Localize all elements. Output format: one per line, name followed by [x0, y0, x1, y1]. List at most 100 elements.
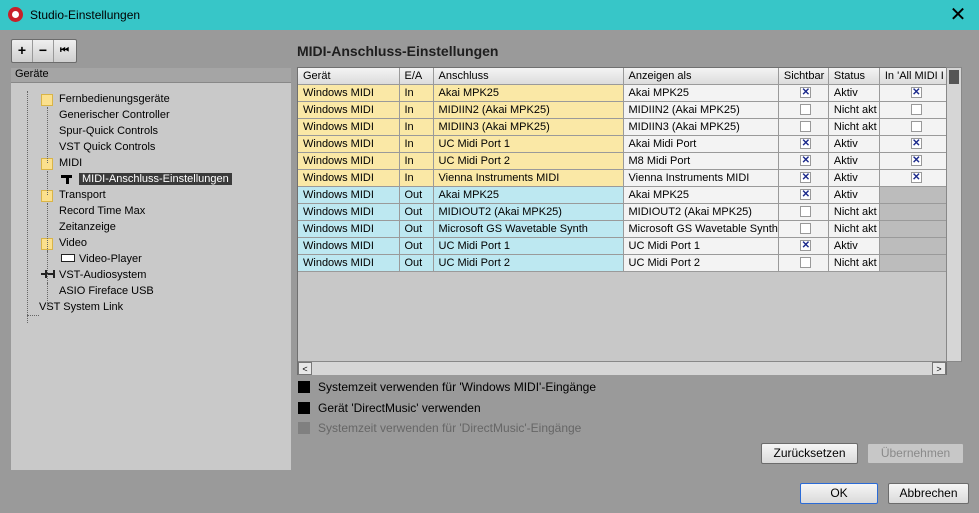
reset-button[interactable]: Zurücksetzen	[761, 443, 858, 464]
tree-item-label: Generischer Controller	[59, 109, 170, 121]
visible-checkbox[interactable]	[800, 223, 812, 235]
table-row[interactable]: Windows MIDI Out Akai MPK25 Akai MPK25 ✕ Akti…	[298, 186, 949, 204]
reset-device-button[interactable]: ⏮	[54, 40, 75, 62]
column-header[interactable]: Anzeigen als	[623, 68, 779, 85]
cell-show[interactable]: Akai MPK25	[623, 84, 779, 102]
allmidi-cell-disabled	[879, 186, 949, 204]
scrollbar-thumb[interactable]	[949, 70, 959, 84]
table-row[interactable]: Windows MIDI Out MIDIOUT2 (Akai MPK25) MIDI…	[298, 203, 949, 221]
all-midi-cell: ✕	[879, 135, 949, 153]
tree-item-video[interactable]: Video	[59, 235, 87, 251]
cell-status: Nicht akt	[828, 203, 880, 221]
visible-checkbox[interactable]: ✕	[800, 87, 812, 99]
table-row[interactable]: Windows MIDI Out UC Midi Port 1 UC Midi Por…	[298, 237, 949, 255]
table-row[interactable]: Windows MIDI In UC Midi Port 2 M8 Midi Port…	[298, 152, 949, 170]
visible-checkbox[interactable]: ✕	[800, 138, 812, 150]
tree-item-zeitanzeige[interactable]: Zeitanzeige	[59, 219, 116, 235]
cell-status: Aktiv	[828, 186, 880, 204]
tree-connector	[47, 251, 48, 275]
device-tree: Fernbedienungsgeräte Generischer Controll…	[11, 82, 291, 470]
cell-show[interactable]: M8 Midi Port	[623, 152, 779, 170]
all-midi-checkbox[interactable]: ✕	[910, 87, 922, 99]
tree-item-vst-system-link[interactable]: VST System Link	[39, 299, 123, 315]
tree-item-asio-fireface-usb[interactable]: ASIO Fireface USB	[59, 283, 154, 299]
table-row[interactable]: Windows MIDI Out UC Midi Port 2 UC Midi Por…	[298, 254, 949, 272]
visible-checkbox[interactable]	[800, 104, 812, 116]
cancel-button[interactable]: Abbrechen	[888, 483, 969, 504]
all-midi-checkbox[interactable]	[910, 104, 922, 116]
table-row[interactable]: Windows MIDI In MIDIIN3 (Akai MPK25) MIDIIN…	[298, 118, 949, 136]
cell-port: MIDIIN3 (Akai MPK25)	[433, 118, 624, 136]
table-row[interactable]: Windows MIDI In MIDIIN2 (Akai MPK25) MIDIIN…	[298, 101, 949, 119]
visible-cell: ✕	[778, 169, 829, 187]
ok-button[interactable]: OK	[800, 483, 878, 504]
checkbox-icon[interactable]	[298, 402, 310, 414]
tree-item-transport[interactable]: Transport	[59, 187, 106, 203]
table-row[interactable]: Windows MIDI In Vienna Instruments MIDI Vie…	[298, 169, 949, 187]
visible-checkbox[interactable]: ✕	[800, 172, 812, 184]
tree-item-generischer-controller[interactable]: Generischer Controller	[59, 107, 170, 123]
apply-button[interactable]: Übernehmen	[867, 443, 964, 464]
cell-io: In	[399, 135, 434, 153]
tree-item-label: MIDI	[59, 157, 83, 169]
cell-io: In	[399, 152, 434, 170]
table-row[interactable]: Windows MIDI In Akai MPK25 Akai MPK25 ✕ Aktiv…	[298, 84, 949, 102]
cell-port: UC Midi Port 1	[433, 237, 624, 255]
all-midi-checkbox[interactable]: ✕	[910, 138, 922, 150]
tree-item-midi[interactable]: MIDI	[59, 155, 82, 171]
column-header[interactable]: Status	[828, 68, 880, 85]
visible-checkbox[interactable]	[800, 206, 812, 218]
add-device-button[interactable]: +	[12, 40, 33, 62]
close-icon[interactable]: ✕	[945, 2, 971, 28]
tree-item-vst-quick-controls[interactable]: VST Quick Controls	[59, 139, 155, 155]
cell-port: UC Midi Port 2	[433, 152, 624, 170]
tree-item-record-time-max[interactable]: Record Time Max	[59, 203, 145, 219]
column-header[interactable]: Anschluss	[433, 68, 624, 85]
visible-cell	[778, 203, 829, 221]
remove-device-button[interactable]: −	[33, 40, 54, 62]
cell-show[interactable]: UC Midi Port 2	[623, 254, 779, 272]
visible-checkbox[interactable]	[800, 121, 812, 133]
tree-item-fernbedienungsger-te[interactable]: Fernbedienungsgeräte	[59, 91, 170, 107]
column-header[interactable]: Gerät	[298, 68, 400, 85]
visible-checkbox[interactable]: ✕	[800, 155, 812, 167]
vertical-scrollbar[interactable]	[946, 67, 962, 362]
all-midi-checkbox[interactable]	[910, 121, 922, 133]
tree-item-vst-audiosystem[interactable]: VST-Audiosystem	[59, 267, 146, 283]
devices-header: Geräte	[11, 68, 291, 82]
cell-dev: Windows MIDI	[298, 169, 400, 187]
window-title: Studio-Einstellungen	[30, 8, 141, 22]
horizontal-scrollbar[interactable]: < >	[298, 361, 946, 375]
tree-item-video-player[interactable]: Video-Player	[79, 251, 142, 267]
cell-show[interactable]: Microsoft GS Wavetable Synth	[623, 220, 779, 238]
table-row[interactable]: Windows MIDI In UC Midi Port 1 Akai Midi Po…	[298, 135, 949, 153]
visible-cell: ✕	[778, 135, 829, 153]
all-midi-checkbox[interactable]: ✕	[910, 172, 922, 184]
cell-show[interactable]: Akai Midi Port	[623, 135, 779, 153]
scroll-right-icon[interactable]: >	[932, 362, 946, 375]
tree-item-label: Zeitanzeige	[59, 221, 116, 233]
column-header[interactable]: E/A	[399, 68, 434, 85]
cell-status: Aktiv	[828, 135, 880, 153]
all-midi-checkbox[interactable]: ✕	[910, 155, 922, 167]
allmidi-cell-disabled	[879, 220, 949, 238]
checkbox-icon[interactable]	[298, 381, 310, 393]
column-header[interactable]: In 'All MIDI I	[879, 68, 949, 85]
cell-port: UC Midi Port 1	[433, 135, 624, 153]
tree-item-spur-quick-controls[interactable]: Spur-Quick Controls	[59, 123, 158, 139]
cell-show[interactable]: MIDIIN2 (Akai MPK25)	[623, 101, 779, 119]
visible-checkbox[interactable]: ✕	[800, 240, 812, 252]
tree-item-midi-anschluss-einstellungen[interactable]: MIDI-Anschluss-Einstellungen	[79, 171, 232, 187]
visible-checkbox[interactable]	[800, 257, 812, 269]
cell-show[interactable]: Akai MPK25	[623, 186, 779, 204]
cell-show[interactable]: Vienna Instruments MIDI	[623, 169, 779, 187]
visible-checkbox[interactable]: ✕	[800, 189, 812, 201]
scroll-left-icon[interactable]: <	[298, 362, 312, 375]
column-header[interactable]: Sichtbar	[778, 68, 829, 85]
cell-show[interactable]: MIDIOUT2 (Akai MPK25)	[623, 203, 779, 221]
allmidi-cell-disabled	[879, 237, 949, 255]
cell-show[interactable]: UC Midi Port 1	[623, 237, 779, 255]
cell-show[interactable]: MIDIIN3 (Akai MPK25)	[623, 118, 779, 136]
table-row[interactable]: Windows MIDI Out Microsoft GS Wavetable Sy…	[298, 220, 949, 238]
tree-item-label: Video	[59, 237, 87, 249]
